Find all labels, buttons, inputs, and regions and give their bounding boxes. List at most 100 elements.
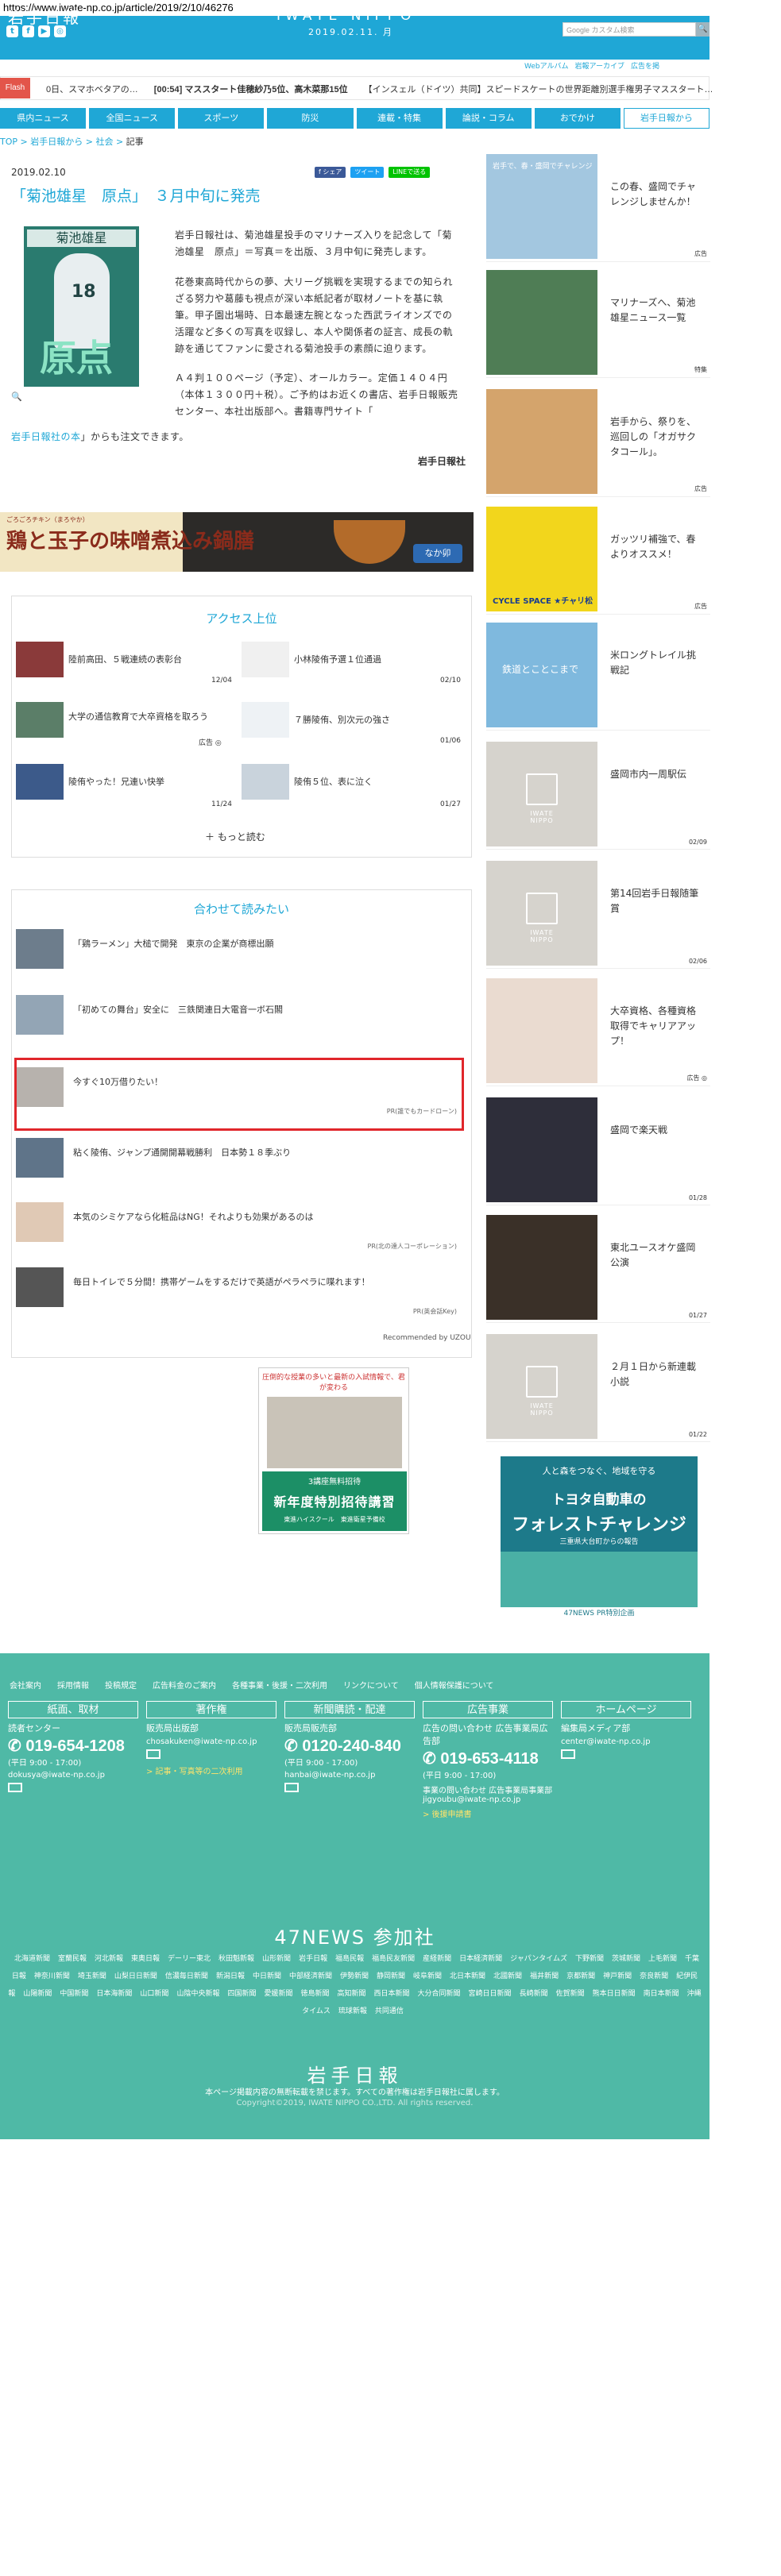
sidebar-item-text[interactable]: ２月１日から新連載小説: [610, 1359, 702, 1390]
partner-link[interactable]: 伊勢新聞: [340, 1972, 369, 1980]
partner-link[interactable]: 高知新聞: [338, 1990, 366, 1998]
nav-from-iwate-nippo[interactable]: 岩手日報から: [623, 108, 709, 129]
sidebar-item-text[interactable]: この春、盛岡でチャレンジしませんか！: [610, 179, 702, 210]
read-more-button[interactable]: ＋ もっと読む: [205, 830, 265, 843]
partner-link[interactable]: 下野新聞: [575, 1955, 604, 1963]
nav-outing[interactable]: おでかけ: [534, 108, 621, 129]
partner-link[interactable]: 神戸新聞: [603, 1972, 632, 1980]
ranking-item-title[interactable]: ７勝陵侑、別次元の強さ: [294, 713, 390, 726]
web-album-link[interactable]: Webアルバム: [524, 60, 569, 71]
partner-link[interactable]: 京都新聞: [566, 1972, 595, 1980]
sidebar-item[interactable]: 岩手で、春・盛岡でチャレンジ この春、盛岡でチャレンジしませんか！ 広告: [486, 151, 710, 262]
flash-item[interactable]: 【インスェル（ドイツ）共同】スピードスケートの世界距離別選手権男子マススタート…: [364, 83, 713, 95]
footer-link[interactable]: 採用情報: [57, 1679, 89, 1691]
search-icon[interactable]: 🔍: [696, 22, 709, 37]
partner-link[interactable]: 神奈川新聞: [34, 1972, 70, 1980]
facebook-share-button[interactable]: f シェア: [315, 167, 346, 178]
recommended-by-label[interactable]: Recommended by UZOU: [383, 1334, 471, 1342]
line-share-button[interactable]: LINEで送る: [389, 167, 431, 178]
footer-link[interactable]: 広告料金のご案内: [153, 1679, 216, 1691]
footer-link[interactable]: 各種事業・後援・二次利用: [232, 1679, 327, 1691]
related-item-text[interactable]: 「初めての舞台」安全に 三鉄関連日大電音一ボ石閣: [73, 1003, 283, 1016]
sidebar-item[interactable]: IWATE NIPPO 盛岡市内一周駅伝 02/09: [486, 738, 710, 850]
ranking-item-title[interactable]: 大学の通信教育で大卒資格を取ろう: [68, 710, 211, 723]
footer-secondary-link[interactable]: > 記事・写真等の二次利用: [146, 1764, 276, 1776]
toyota-forest-ad[interactable]: 人と森をつなぐ、地域を守る トヨタ自動車の フォレストチャレンジ 三重県大台町か…: [501, 1456, 698, 1620]
footer-link[interactable]: 会社案内: [10, 1679, 41, 1691]
footer-logo[interactable]: 岩手日報: [0, 2060, 709, 2088]
seminar-ad[interactable]: 圧倒的な授業の多いと最新の入試情報で、君が変わる 3講座無料招待 新年度特別招待…: [258, 1367, 409, 1534]
nav-national-news[interactable]: 全国ニュース: [89, 108, 176, 129]
partner-link[interactable]: 山梨日日新聞: [114, 1972, 157, 1980]
partner-link[interactable]: 岩手日報: [299, 1955, 327, 1963]
mail-icon[interactable]: [284, 1783, 299, 1792]
partner-link[interactable]: 中国新聞: [60, 1990, 88, 1998]
ranking-item-title[interactable]: 陵侑やった！兄連い快挙: [68, 775, 164, 788]
sidebar-item-text[interactable]: 米ロングトレイル挑戦記: [610, 648, 702, 678]
partner-link[interactable]: 四国新聞: [227, 1990, 256, 1998]
twitter-icon[interactable]: t: [6, 25, 18, 37]
sidebar-item[interactable]: IWATE NIPPO 第14回岩手日報随筆賞 02/06: [486, 858, 710, 969]
sidebar-item[interactable]: 盛岡で楽天戦 01/28: [486, 1094, 710, 1205]
partner-link[interactable]: 徳島新聞: [300, 1990, 329, 1998]
sidebar-item[interactable]: 鉄道とことこまで 米ロングトレイル挑戦記: [486, 619, 710, 731]
ranking-item-title[interactable]: 陸前高田、５戦連続の表彰台: [68, 653, 182, 665]
partner-link[interactable]: 東奥日報: [131, 1955, 160, 1963]
sidebar-item[interactable]: CYCLE SPACE ★チャリ松 ガッツリ補強で、春よりオススメ！ 広告: [486, 503, 710, 615]
mail-icon[interactable]: [146, 1749, 160, 1759]
partner-link[interactable]: 福島民友新聞: [372, 1955, 415, 1963]
partner-link[interactable]: 茨城新聞: [612, 1955, 640, 1963]
partner-link[interactable]: 北海道新聞: [14, 1955, 50, 1963]
related-item-text[interactable]: 粘く陵侑、ジャンプ通開開幕戦勝利 日本勢１８季ぶり: [73, 1146, 291, 1159]
flash-item[interactable]: 0日、スマホベタアの…: [46, 83, 138, 95]
flash-ticker[interactable]: 0日、スマホベタアの… [00:54] マススタート佳穂紗乃5位、高木菜那15位…: [46, 83, 713, 95]
partner-link[interactable]: 宮崎日日新聞: [469, 1990, 512, 1998]
phone-number[interactable]: 019-653-4118: [440, 1750, 538, 1768]
partner-link[interactable]: 日本海新聞: [96, 1990, 132, 1998]
partner-link[interactable]: 岐阜新聞: [413, 1972, 442, 1980]
nav-editorial[interactable]: 論説・コラム: [445, 108, 532, 129]
site-logo[interactable]: 岩手日報: [8, 5, 81, 28]
footer-phone[interactable]: ✆ 019-654-1208: [8, 1736, 138, 1756]
ranking-thumbnail[interactable]: [16, 702, 64, 738]
partner-link[interactable]: 共同通信: [375, 2007, 404, 2015]
partner-link[interactable]: 山口新聞: [140, 1990, 168, 1998]
partner-link[interactable]: 奈良新聞: [640, 1972, 668, 1980]
footer-phone[interactable]: ✆ 0120-240-840: [284, 1736, 415, 1756]
partner-link[interactable]: 上毛新聞: [648, 1955, 677, 1963]
ranking-thumbnail[interactable]: [242, 702, 289, 738]
footer-secondary-link[interactable]: > 後援申請書: [423, 1807, 553, 1819]
sidebar-item[interactable]: マリナーズへ、菊池雄星ニュース一覧 特集: [486, 267, 710, 378]
zoom-icon[interactable]: 🔍: [11, 391, 22, 402]
partner-link[interactable]: 河北新報: [95, 1955, 123, 1963]
breadcrumb-society[interactable]: 社会: [95, 137, 113, 147]
partner-link[interactable]: 長崎新聞: [520, 1990, 548, 1998]
nav-series[interactable]: 連載・特集: [356, 108, 443, 129]
sidebar-item[interactable]: 大卒資格、各種資格取得でキャリアアップ！ 広告 ◎: [486, 975, 710, 1086]
ranking-item-title[interactable]: 小林陵侑予選１位通過: [294, 653, 381, 665]
partner-link[interactable]: 新潟日報: [216, 1972, 245, 1980]
partner-link[interactable]: ジャパンタイムズ: [510, 1955, 567, 1963]
footer-email[interactable]: hanbai@iwate-np.co.jp: [284, 1771, 415, 1780]
partner-link[interactable]: 静岡新聞: [377, 1972, 405, 1980]
partner-link[interactable]: デーリー東北: [168, 1955, 211, 1963]
partner-link[interactable]: 中日新聞: [253, 1972, 281, 1980]
ranking-item-title[interactable]: 陵侑５位、表に泣く: [294, 775, 373, 788]
partner-link[interactable]: 福島民報: [335, 1955, 364, 1963]
sidebar-item-text[interactable]: マリナーズへ、菊池雄星ニュース一覧: [610, 295, 702, 326]
sidebar-item-text[interactable]: 岩手から、祭りを、巡回しの「オガサクタコール」。: [610, 415, 702, 460]
youtube-icon[interactable]: ▶: [38, 25, 50, 37]
partner-link[interactable]: 秋田魁新報: [218, 1955, 254, 1963]
partner-link[interactable]: 愛媛新聞: [264, 1990, 292, 1998]
partner-link[interactable]: 西日本新聞: [374, 1990, 410, 1998]
ranking-thumbnail[interactable]: [16, 764, 64, 800]
phone-number[interactable]: 0120-240-840: [302, 1737, 401, 1755]
footer-email[interactable]: dokusya@iwate-np.co.jp: [8, 1771, 138, 1780]
sidebar-item[interactable]: 東北ユースオケ盛岡公演 01/27: [486, 1212, 710, 1323]
footer-email[interactable]: chosakuken@iwate-np.co.jp: [146, 1737, 276, 1746]
sidebar-item-text[interactable]: ガッツリ補強で、春よりオススメ！: [610, 532, 702, 562]
nav-prefecture-news[interactable]: 県内ニュース: [0, 108, 87, 129]
partner-link[interactable]: 福井新聞: [530, 1972, 559, 1980]
restaurant-ad-banner[interactable]: ごろごろチキン（まろやか） 鶏と玉子の味噌煮込み鍋膳 なか卯: [0, 512, 474, 572]
sidebar-item-text[interactable]: 盛岡市内一周駅伝: [610, 767, 702, 782]
